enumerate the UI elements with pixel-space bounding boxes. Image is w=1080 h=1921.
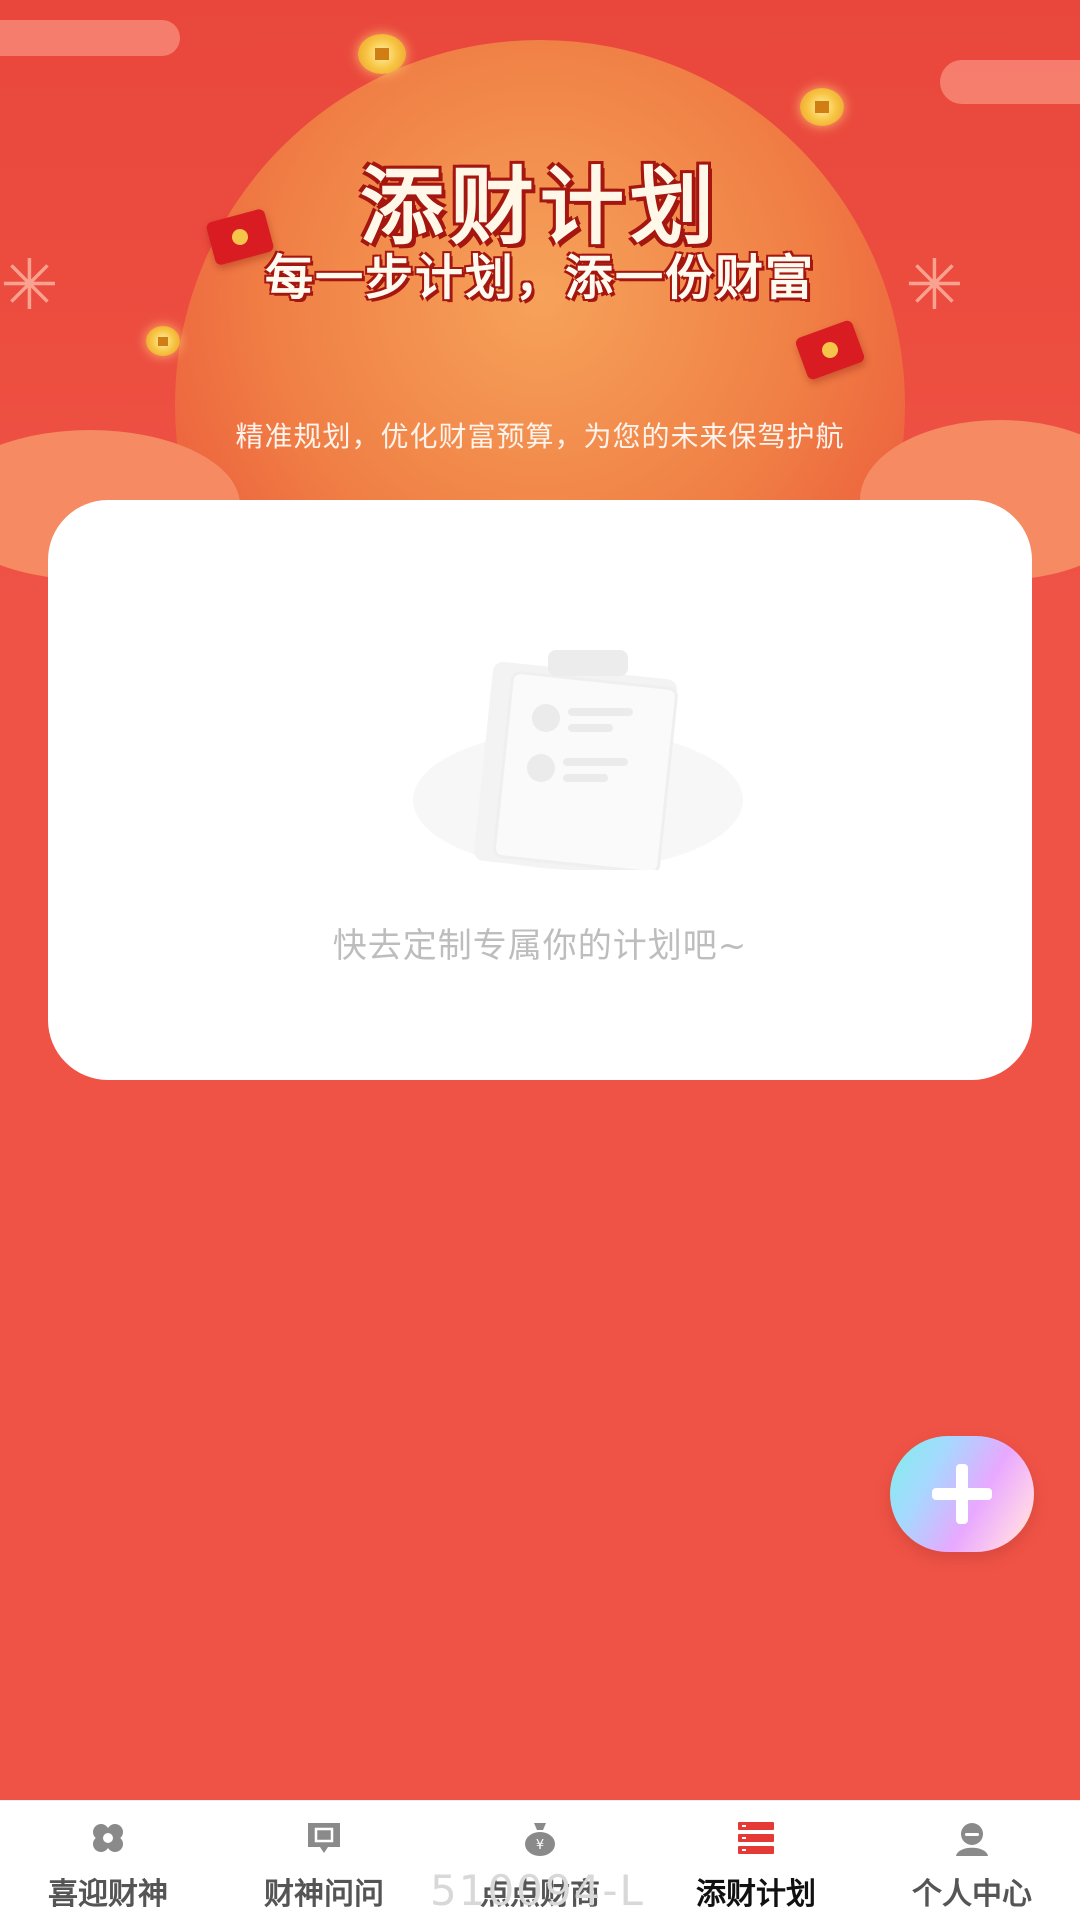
watermark-text: 510094-L xyxy=(430,1866,645,1915)
cloud-decoration xyxy=(940,60,1080,104)
tagline: 精准规划，优化财富预算，为您的未来保驾护航 xyxy=(235,420,845,453)
coin-icon xyxy=(800,88,844,126)
tab-label: 财神问问 xyxy=(264,1877,384,1912)
tab-profile[interactable]: 个人中心 xyxy=(864,1801,1080,1921)
svg-text:¥: ¥ xyxy=(536,1838,544,1853)
coin-icon xyxy=(146,326,180,356)
ask-chat-icon xyxy=(308,1823,340,1853)
page-subtitle: 每一步计划，添一份财富 xyxy=(264,250,815,306)
tab-ask[interactable]: 财神问问 xyxy=(216,1801,432,1921)
plan-list-card: 快去定制专属你的计划吧~ xyxy=(48,500,1032,1080)
cloud-decoration xyxy=(0,20,180,56)
money-bag-icon: ¥ xyxy=(525,1823,555,1856)
plus-icon xyxy=(956,1464,968,1524)
coin-icon xyxy=(358,34,406,74)
tab-label: 个人中心 xyxy=(912,1877,1032,1912)
tab-plan[interactable]: 添财计划 xyxy=(648,1801,864,1921)
fortune-knot-icon xyxy=(93,1824,123,1852)
tab-label: 添财计划 xyxy=(696,1877,816,1912)
tab-fortune[interactable]: 喜迎财神 xyxy=(0,1801,216,1921)
empty-state-message: 快去定制专属你的计划吧~ xyxy=(332,926,748,966)
tab-label: 喜迎财神 xyxy=(48,1877,168,1912)
empty-clipboard-icon xyxy=(413,650,743,870)
user-icon xyxy=(956,1823,988,1856)
plan-list-icon xyxy=(738,1822,774,1854)
add-plan-button[interactable] xyxy=(890,1436,1034,1552)
